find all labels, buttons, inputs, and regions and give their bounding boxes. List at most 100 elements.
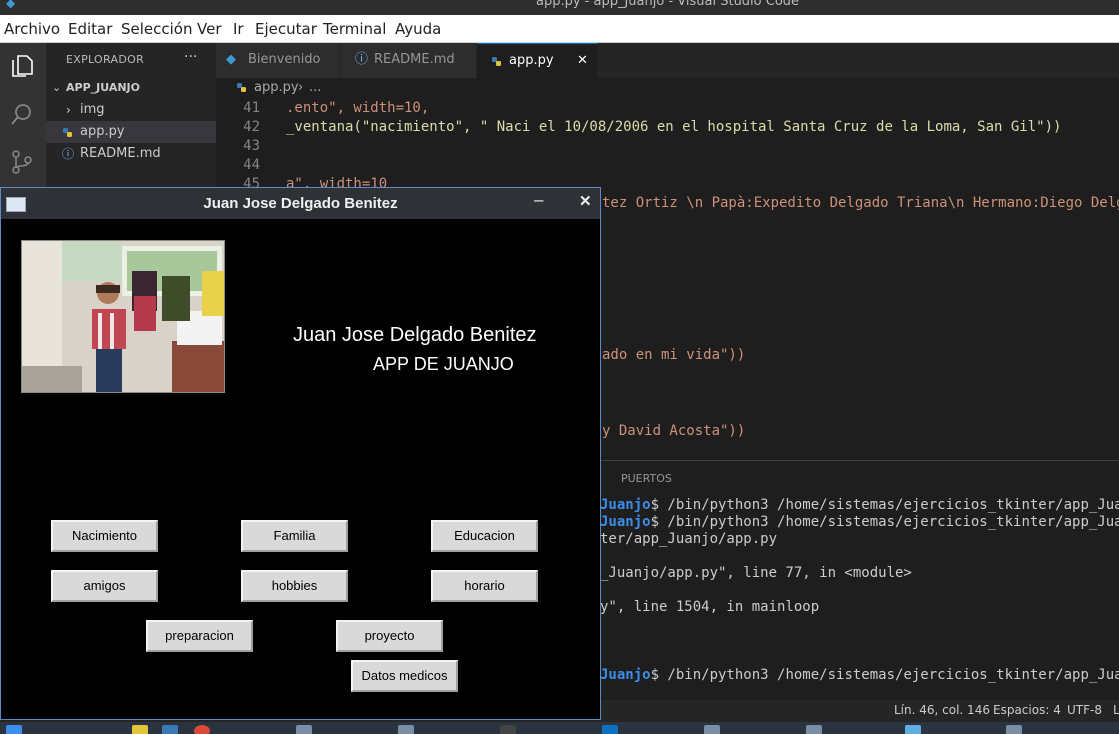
chevron-right-icon: › [66, 103, 71, 117]
menu-editar[interactable]: Editar [68, 20, 112, 38]
vscode-logo-icon: ◆ [6, 0, 16, 10]
cursor-position[interactable]: Lín. 46, col. 146 [894, 703, 990, 717]
close-icon[interactable]: ✕ [579, 192, 592, 210]
explorer-files-icon[interactable] [9, 53, 35, 79]
taskbar-app-icon[interactable] [162, 725, 178, 734]
tree-item-readme[interactable]: ⓘ README.md [46, 143, 216, 165]
tk-app-window: Juan Jose Delgado Benitez – ✕ Juan Jose … [0, 187, 601, 720]
tk-window-title: Juan Jose Delgado Benitez [203, 195, 398, 212]
terminal-text: $ /bin/python3 /home/sistemas/ejercicios… [650, 667, 1119, 683]
taskbar-app-icon[interactable] [704, 725, 720, 734]
familia-button[interactable]: Familia [241, 520, 348, 552]
taskbar-app-icon[interactable] [905, 725, 921, 734]
menu-ver[interactable]: Ver [197, 20, 222, 38]
folder-app-juanjo[interactable]: ⌄ APP_JUANJO [46, 77, 216, 99]
terminal-text: _Juanjo/app.py", line 77, in <module> [600, 565, 912, 581]
terminal-host: Juanjo [600, 667, 651, 683]
close-icon[interactable]: ✕ [577, 44, 588, 78]
chevron-down-icon: ⌄ [52, 81, 62, 94]
info-icon: ⓘ [355, 52, 369, 67]
terminal-line: Juanjo$ /bin/python3 /home/sistemas/ejer… [600, 497, 1119, 513]
breadcrumb-rest[interactable]: ... [309, 80, 321, 95]
menu-archivo[interactable]: Archivo [4, 20, 60, 38]
explorer-header: EXPLORADOR [66, 53, 145, 66]
proyecto-button[interactable]: proyecto [336, 620, 443, 652]
student-name: Juan Jose Delgado Benitez [293, 324, 537, 346]
menu-bar: Archivo Editar Selección Ver Ir Ejecutar… [0, 15, 1119, 43]
vscode-icon: ◆ [226, 52, 236, 67]
terminal-host: Juanjo [600, 497, 651, 513]
end-of-line[interactable]: L [1113, 703, 1119, 717]
python-icon [492, 57, 501, 66]
panel-tab-puertos[interactable]: PUERTOS [621, 472, 672, 485]
tree-item-img[interactable]: › img [46, 99, 216, 121]
breadcrumb: app.py › ... [216, 78, 1119, 98]
line-number: 41 [243, 100, 260, 116]
menu-ayuda[interactable]: Ayuda [395, 20, 441, 38]
vscode-title-bar: ◆ app.py - app_Juanjo - Visual Studio Co… [0, 0, 1119, 15]
encoding[interactable]: UTF-8 [1067, 703, 1102, 717]
line-number: 42 [243, 119, 260, 135]
source-control-icon[interactable] [9, 149, 35, 175]
taskbar-app-icon[interactable] [132, 725, 148, 734]
app-subtitle: APP DE JUANJO [373, 354, 514, 374]
browser-icon[interactable] [194, 725, 210, 734]
menu-seleccion[interactable]: Selección [121, 20, 193, 38]
taskbar-app-icon[interactable] [806, 725, 822, 734]
menu-ejecutar[interactable]: Ejecutar [255, 20, 317, 38]
breadcrumb-file[interactable]: app.py [254, 80, 299, 95]
code-fragment: tez Ortiz \n Papà:Expedito Delgado Trian… [602, 195, 1119, 211]
preparacion-button[interactable]: preparacion [146, 620, 253, 652]
terminal-text: $ /bin/python3 /home/sistemas/ejercicios… [650, 497, 1119, 513]
tab-bienvenido[interactable]: ◆ Bienvenido [216, 43, 341, 78]
indentation[interactable]: Espacios: 4 [993, 703, 1061, 717]
nacimiento-button[interactable]: Nacimiento [51, 520, 158, 552]
menu-ir[interactable]: Ir [233, 20, 244, 38]
editor-tabs: ◆ Bienvenido ⓘ README.md app.py ✕ [216, 43, 1119, 79]
more-actions-icon[interactable]: ··· [184, 49, 197, 65]
tree-item-app-py[interactable]: app.py [46, 121, 216, 143]
terminal-text: $ /bin/python3 /home/sistemas/ejercicios… [650, 514, 1119, 530]
window-title: app.py - app_Juanjo - Visual Studio Code [536, 0, 800, 9]
code-fragment: y David Acosta")) [602, 423, 746, 439]
profile-photo [21, 240, 225, 393]
educacion-button[interactable]: Educacion [431, 520, 538, 552]
terminal-text: y", line 1504, in mainloop [600, 599, 820, 615]
taskbar-app-icon[interactable] [296, 725, 312, 734]
terminal-line: Juanjo$ /bin/python3 /home/sistemas/ejer… [600, 514, 1119, 530]
horario-button[interactable]: horario [431, 570, 538, 602]
taskbar-app-icon[interactable] [398, 725, 414, 734]
terminal-line: _Juanjo/app.py", line 77, in <module> [600, 565, 912, 581]
terminal-text: ter/app_Juanjo/app.py [600, 531, 778, 547]
datos-medicos-button[interactable]: Datos medicos [351, 660, 458, 692]
python-icon [63, 128, 72, 137]
code-line: _ventana("nacimiento", " Naci el 10/08/2… [286, 119, 1062, 135]
tree-item-label: app.py [80, 124, 125, 139]
tk-title-bar[interactable]: Juan Jose Delgado Benitez – ✕ [1, 188, 600, 219]
amigos-button[interactable]: amigos [51, 570, 158, 602]
python-icon [237, 83, 246, 92]
tab-label: app.py [509, 53, 554, 68]
terminal-icon[interactable] [500, 725, 516, 734]
terminal-line: y", line 1504, in mainloop [600, 599, 819, 615]
terminal-host: Juanjo [600, 514, 651, 530]
tab-readme[interactable]: ⓘ README.md [341, 43, 477, 78]
minimize-icon[interactable]: – [534, 190, 543, 210]
tab-label: Bienvenido [248, 52, 321, 67]
code-fragment: ado en mi vida")) [602, 347, 746, 363]
code-line: .ento", width=10, [286, 100, 430, 116]
start-menu-icon[interactable] [6, 725, 22, 734]
vscode-taskbar-icon[interactable] [602, 725, 618, 734]
search-icon[interactable] [9, 101, 35, 127]
line-number: 44 [243, 157, 260, 173]
taskbar [0, 722, 1119, 734]
terminal-line: Juanjo$ /bin/python3 /home/sistemas/ejer… [600, 667, 1119, 683]
menu-terminal[interactable]: Terminal [323, 20, 386, 38]
folder-label: APP_JUANJO [66, 81, 140, 94]
terminal-line: ter/app_Juanjo/app.py [600, 531, 777, 547]
photo-image [22, 241, 224, 392]
taskbar-app-icon[interactable] [1006, 725, 1022, 734]
info-icon: ⓘ [62, 147, 75, 161]
hobbies-button[interactable]: hobbies [241, 570, 348, 602]
tab-app-py[interactable]: app.py ✕ [477, 43, 598, 79]
